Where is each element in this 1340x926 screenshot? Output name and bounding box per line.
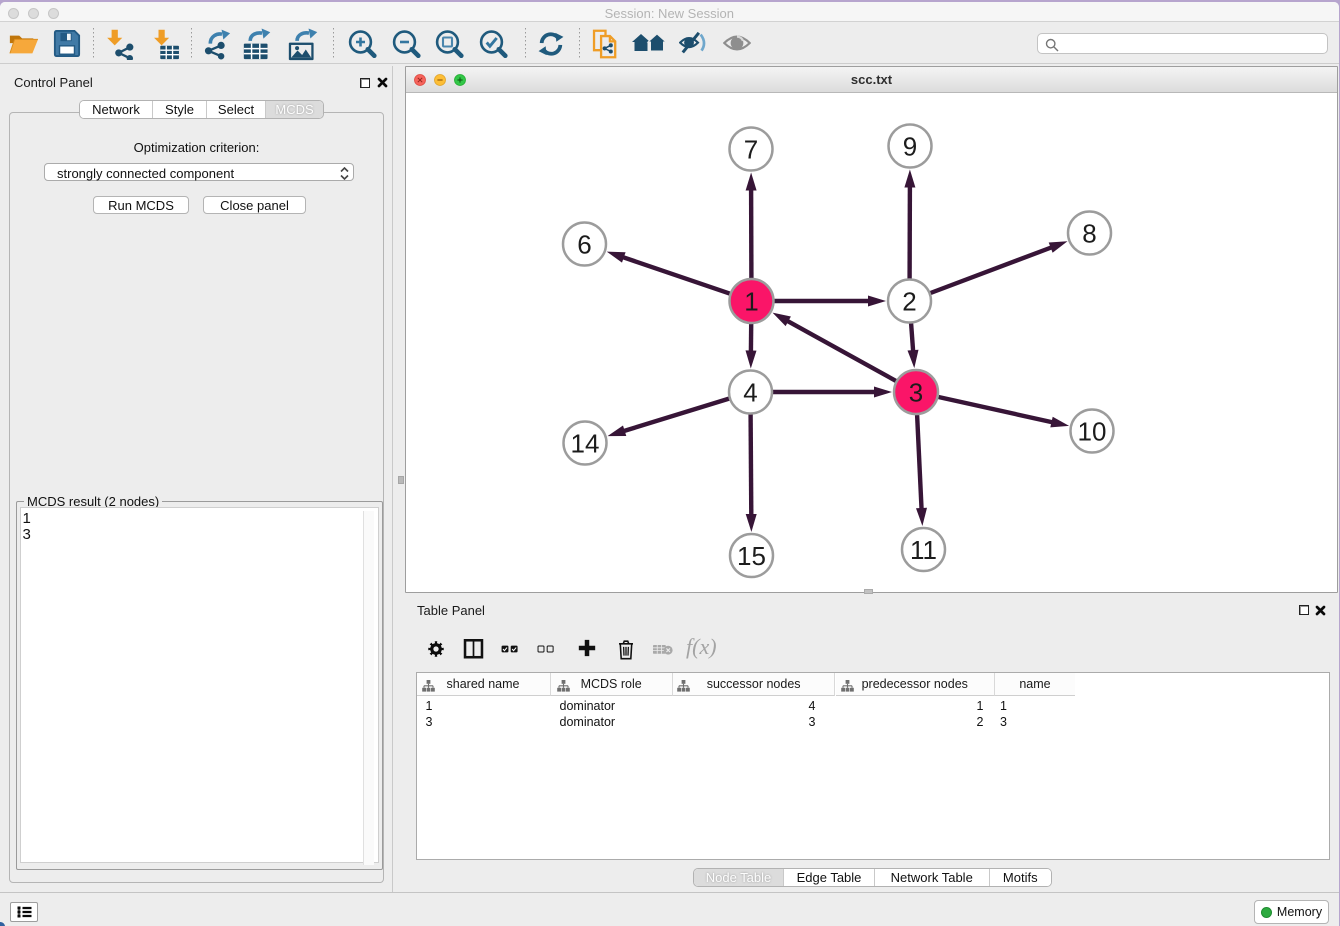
svg-text:9: 9	[903, 132, 917, 162]
svg-text:4: 4	[743, 378, 757, 408]
svg-text:7: 7	[744, 135, 758, 165]
svg-text:8: 8	[1082, 219, 1096, 249]
svg-text:6: 6	[577, 230, 591, 260]
svg-text:10: 10	[1078, 417, 1107, 447]
svg-text:11: 11	[910, 535, 937, 565]
svg-text:15: 15	[737, 541, 766, 571]
svg-text:3: 3	[909, 378, 923, 408]
svg-text:1: 1	[744, 287, 758, 317]
svg-text:14: 14	[571, 429, 600, 459]
svg-text:2: 2	[902, 287, 916, 317]
